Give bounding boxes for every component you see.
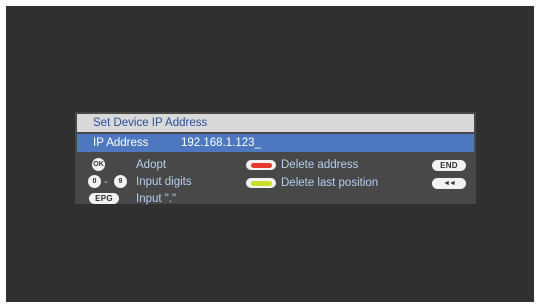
- dialog-title: Set Device IP Address: [77, 114, 474, 132]
- delete-last-position-label: Delete last position: [281, 177, 379, 189]
- ip-address-label: IP Address: [93, 137, 149, 149]
- ip-address-field[interactable]: IP Address 192.168.1.123_: [77, 134, 474, 152]
- delete-address-label: Delete address: [281, 159, 359, 171]
- rewind-key-icon: ◄◄: [432, 178, 466, 189]
- ip-address-dialog: Set Device IP Address IP Address 192.168…: [75, 112, 476, 205]
- digit-range-separator: -: [104, 176, 108, 188]
- adopt-label: Adopt: [136, 159, 167, 171]
- digit-0-key-icon: 0: [88, 175, 101, 188]
- yellow-key-icon: [246, 178, 276, 188]
- digit-9-key-icon: 9: [114, 175, 127, 188]
- red-key-icon: [246, 160, 276, 170]
- input-dot-label: Input ".": [136, 193, 177, 205]
- tv-screen: Set Device IP Address IP Address 192.168…: [6, 6, 534, 302]
- end-key-icon: END: [432, 160, 466, 171]
- ok-key-icon: OK: [92, 158, 105, 171]
- input-digits-label: Input digits: [136, 176, 192, 188]
- ip-address-value[interactable]: 192.168.1.123_: [181, 134, 261, 152]
- epg-key-icon: EPG: [89, 193, 119, 204]
